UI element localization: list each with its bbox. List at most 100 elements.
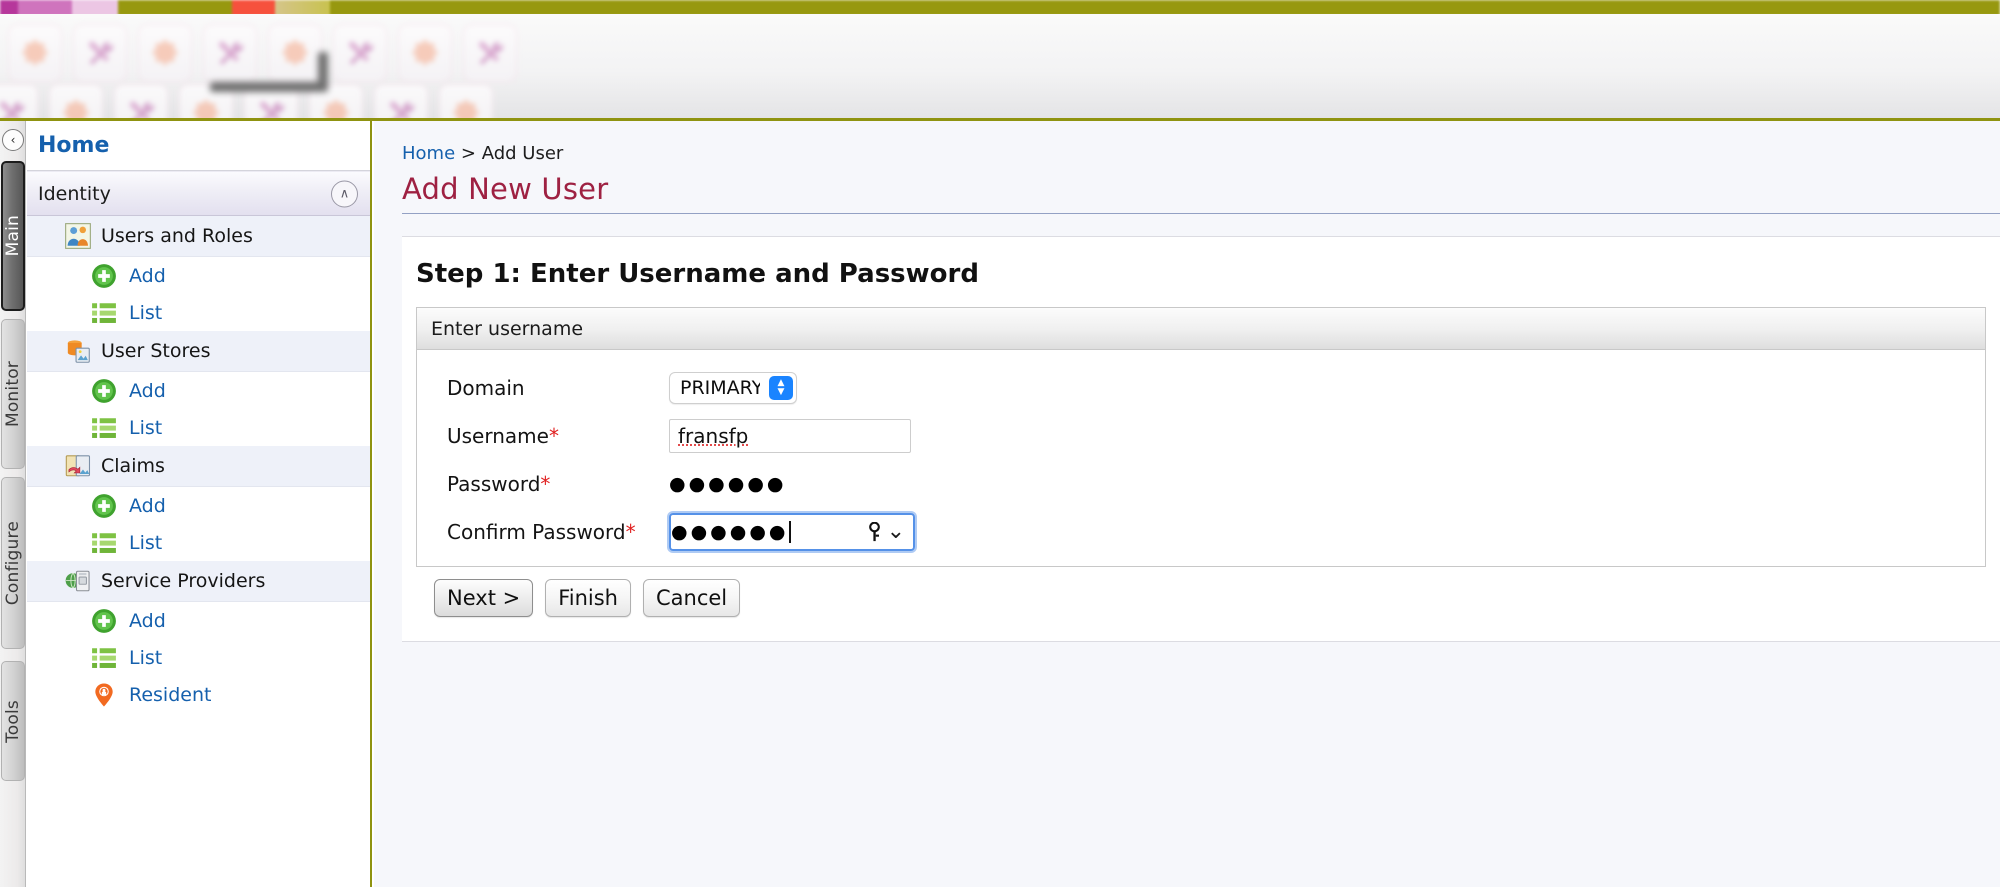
- sidebar-item-list[interactable]: List: [27, 294, 370, 331]
- form-row-password: Password* ●●●●●●: [417, 460, 1985, 508]
- breadcrumb-separator: >: [460, 143, 476, 164]
- page-title: Add New User: [402, 172, 2000, 214]
- sidebar-collapse-icon[interactable]: ‹: [2, 129, 24, 151]
- sidebar-group-claims[interactable]: Claims: [27, 446, 370, 487]
- list-icon: [91, 530, 117, 556]
- sidebar-item-label: List: [129, 301, 163, 324]
- users-roles-icon: [65, 223, 91, 249]
- confirm-password-required-marker: *: [625, 520, 636, 544]
- add-icon: [91, 493, 117, 519]
- sidebar-item-add[interactable]: Add: [27, 487, 370, 524]
- sidebar-group-users-and-roles[interactable]: Users and Roles: [27, 216, 370, 257]
- sidebar-item-label: User Stores: [101, 340, 211, 362]
- domain-select[interactable]: PRIMARY: [669, 372, 797, 404]
- sidebar-item-label: Add: [129, 379, 166, 402]
- list-icon: [92, 302, 116, 323]
- add-icon: [92, 378, 116, 403]
- toolbar-hammer-wrench-icon[interactable]: [114, 84, 168, 118]
- toolbar-gear-icon[interactable]: [8, 24, 62, 82]
- confirm-password-label: Confirm Password*: [447, 520, 669, 544]
- resident-icon: [91, 682, 117, 708]
- sidebar-item-label: Service Providers: [101, 570, 266, 592]
- add-icon: [92, 493, 116, 518]
- enter-username-box: Enter username Domain PRIMARY ▲ ▼ Userna…: [416, 307, 1986, 567]
- mouse-cursor-blurred: [210, 52, 340, 100]
- cancel-button[interactable]: Cancel: [642, 579, 741, 617]
- username-input[interactable]: [669, 419, 911, 453]
- password-required-marker: *: [540, 472, 551, 496]
- form-row-username: Username*: [417, 412, 1985, 460]
- chevron-up-glyph: ∧: [339, 186, 350, 201]
- toolbar-gear-icon[interactable]: [439, 84, 493, 118]
- sidebar-item-label: List: [129, 531, 163, 554]
- claims-icon: [65, 455, 91, 477]
- breadcrumb-home-link[interactable]: Home: [402, 143, 455, 164]
- list-icon: [91, 415, 117, 441]
- toolbar-gear-icon[interactable]: [398, 24, 452, 82]
- resident-icon: [95, 683, 113, 706]
- service-providers-icon: [65, 570, 90, 592]
- form-button-row: Next > Finish Cancel: [416, 567, 2000, 617]
- list-icon: [92, 417, 116, 438]
- rail-tab-main-label: Main: [3, 215, 23, 257]
- sidebar-item-list[interactable]: List: [27, 409, 370, 446]
- list-icon: [91, 645, 117, 671]
- rail-tab-monitor[interactable]: Monitor: [1, 319, 25, 469]
- toolbar-hammer-wrench-icon[interactable]: [73, 24, 127, 82]
- sidebar-item-resident[interactable]: Resident: [27, 676, 370, 713]
- add-icon: [92, 263, 116, 288]
- toolbar-hammer-wrench-icon[interactable]: [463, 24, 517, 82]
- user-stores-icon: [65, 338, 91, 364]
- rail-tab-tools[interactable]: Tools: [1, 661, 25, 781]
- sidebar-item-add[interactable]: Add: [27, 372, 370, 409]
- confirm-password-label-text: Confirm Password: [447, 520, 626, 544]
- main-content: Home > Add User Add New User Step 1: Ent…: [374, 121, 2000, 887]
- add-icon: [91, 608, 117, 634]
- sidebar-section-identity[interactable]: Identity ∧: [27, 171, 370, 216]
- username-required-marker: *: [548, 424, 559, 448]
- sidebar-group-user-stores[interactable]: User Stores: [27, 331, 370, 372]
- browser-chrome-blurred: [0, 0, 2000, 118]
- claims-icon: [65, 453, 91, 479]
- list-icon: [92, 647, 116, 668]
- sidebar-item-add[interactable]: Add: [27, 257, 370, 294]
- rail-tab-configure[interactable]: Configure: [1, 477, 25, 649]
- username-label-text: Username: [447, 424, 549, 448]
- confirm-password-input[interactable]: ●●●●●●: [669, 513, 915, 551]
- rail-tab-monitor-label: Monitor: [3, 360, 23, 428]
- breadcrumb: Home > Add User: [402, 143, 2000, 164]
- add-icon: [91, 378, 117, 404]
- username-label: Username*: [447, 424, 669, 448]
- domain-label: Domain: [447, 376, 525, 400]
- sidebar-item-list[interactable]: List: [27, 524, 370, 561]
- finish-button[interactable]: Finish: [545, 579, 631, 617]
- rail-tab-configure-label: Configure: [3, 520, 23, 606]
- sidebar-group-service-providers[interactable]: Service Providers: [27, 561, 370, 602]
- password-input[interactable]: ●●●●●●: [669, 473, 786, 495]
- sidebar-home-label: Home: [38, 133, 110, 158]
- toolbar-hammer-wrench-icon[interactable]: [374, 84, 428, 118]
- add-icon: [92, 608, 116, 633]
- toolbar-gear-icon[interactable]: [49, 84, 103, 118]
- password-label: Password*: [447, 472, 669, 496]
- text-caret: [789, 521, 792, 543]
- step-heading: Step 1: Enter Username and Password: [416, 259, 979, 289]
- sidebar-item-list[interactable]: List: [27, 639, 370, 676]
- sidebar-item-list: Users and Roles Add List User Stores Add L…: [27, 216, 370, 713]
- breadcrumb-current: Add User: [481, 143, 564, 164]
- chevron-left-icon: ‹: [10, 133, 16, 147]
- sidebar-item-home[interactable]: Home: [27, 121, 370, 171]
- list-icon: [92, 532, 116, 553]
- toolbar-hammer-wrench-icon[interactable]: [333, 24, 387, 82]
- toolbar-gear-icon[interactable]: [138, 24, 192, 82]
- sidebar-navigation: Home Identity ∧ Users and Roles Add List …: [27, 121, 372, 887]
- next-button[interactable]: Next >: [434, 579, 534, 617]
- form-row-domain: Domain PRIMARY ▲ ▼: [417, 364, 1985, 412]
- sidebar-item-add[interactable]: Add: [27, 602, 370, 639]
- sidebar-section-label: Identity: [38, 182, 111, 205]
- users-roles-icon: [65, 223, 91, 249]
- sidebar-item-label: Add: [129, 494, 166, 517]
- toolbar-hammer-wrench-icon[interactable]: [0, 84, 38, 118]
- rail-tab-main[interactable]: Main: [1, 161, 25, 311]
- chevron-up-icon[interactable]: ∧: [331, 180, 358, 207]
